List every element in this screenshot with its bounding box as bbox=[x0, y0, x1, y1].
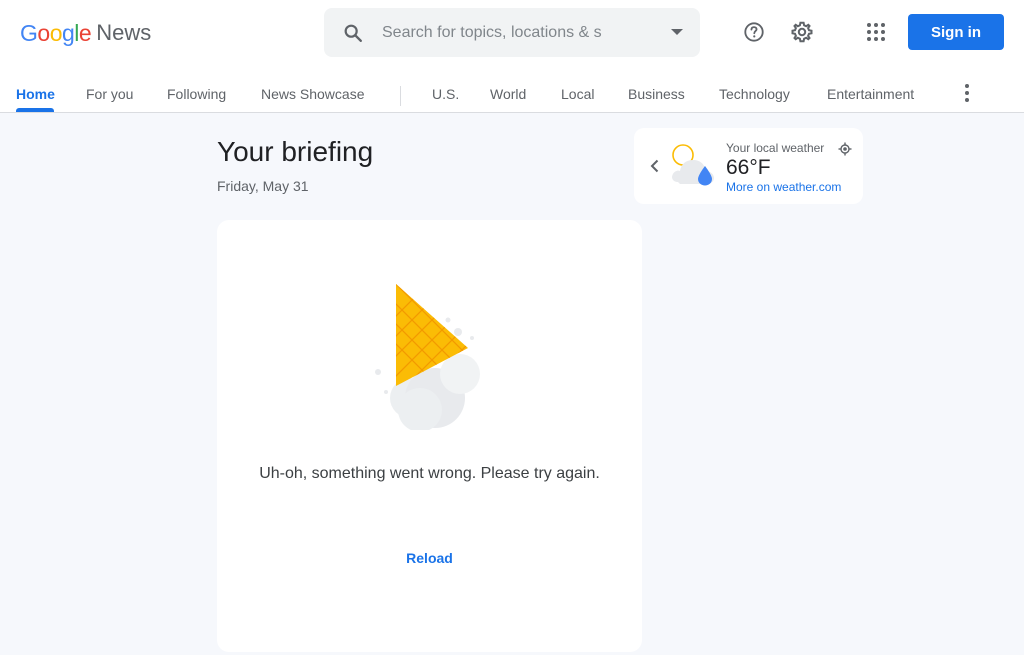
tab-news-showcase[interactable]: News Showcase bbox=[261, 86, 365, 102]
tab-local[interactable]: Local bbox=[561, 86, 594, 102]
my-location-icon[interactable] bbox=[838, 142, 852, 156]
tab-technology[interactable]: Technology bbox=[719, 86, 790, 102]
section-tabs: Home For you Following News Showcase U.S… bbox=[0, 78, 1024, 113]
top-header: Google News Search for topics, locations… bbox=[0, 0, 1024, 113]
google-apps-button[interactable] bbox=[856, 12, 896, 52]
help-button[interactable] bbox=[734, 12, 774, 52]
arrow-drop-down-icon[interactable] bbox=[671, 29, 683, 35]
google-wordmark: Google bbox=[20, 19, 92, 46]
news-wordmark: News bbox=[96, 20, 152, 45]
tab-divider bbox=[400, 86, 401, 106]
sign-in-button[interactable]: Sign in bbox=[908, 14, 1004, 50]
apps-grid-icon bbox=[867, 23, 885, 41]
weather-link[interactable]: More on weather.com bbox=[726, 180, 841, 194]
briefing-date: Friday, May 31 bbox=[217, 178, 309, 194]
weather-label: Your local weather bbox=[726, 141, 825, 155]
help-icon bbox=[744, 22, 764, 42]
tab-following[interactable]: Following bbox=[167, 86, 226, 102]
error-message: Uh-oh, something went wrong. Please try … bbox=[259, 465, 600, 482]
error-card: Uh-oh, something went wrong. Please try … bbox=[217, 220, 642, 652]
settings-button[interactable] bbox=[782, 12, 822, 52]
weather-card[interactable]: Your local weather 66°F More on weather.… bbox=[634, 128, 863, 204]
tab-us[interactable]: U.S. bbox=[432, 86, 459, 102]
tab-entertainment[interactable]: Entertainment bbox=[827, 86, 914, 102]
google-news-logo[interactable]: Google News bbox=[20, 18, 151, 48]
tab-world[interactable]: World bbox=[490, 86, 526, 102]
active-tab-indicator bbox=[16, 108, 54, 112]
tab-business[interactable]: Business bbox=[628, 86, 685, 102]
more-vert-icon[interactable] bbox=[954, 80, 980, 106]
sun-cloud-rain-icon bbox=[672, 144, 714, 186]
search-input[interactable] bbox=[382, 20, 612, 46]
weather-temperature: 66°F bbox=[726, 156, 771, 179]
page-title: Your briefing bbox=[217, 136, 374, 167]
gear-icon bbox=[791, 21, 813, 43]
search-bar[interactable] bbox=[324, 8, 700, 57]
tab-home[interactable]: Home bbox=[16, 86, 55, 102]
chevron-left-icon[interactable] bbox=[648, 158, 662, 174]
tab-for-you[interactable]: For you bbox=[86, 86, 133, 102]
reload-button[interactable]: Reload bbox=[387, 550, 472, 574]
search-icon[interactable] bbox=[342, 22, 364, 44]
fallen-ice-cream-illustration bbox=[375, 284, 480, 430]
